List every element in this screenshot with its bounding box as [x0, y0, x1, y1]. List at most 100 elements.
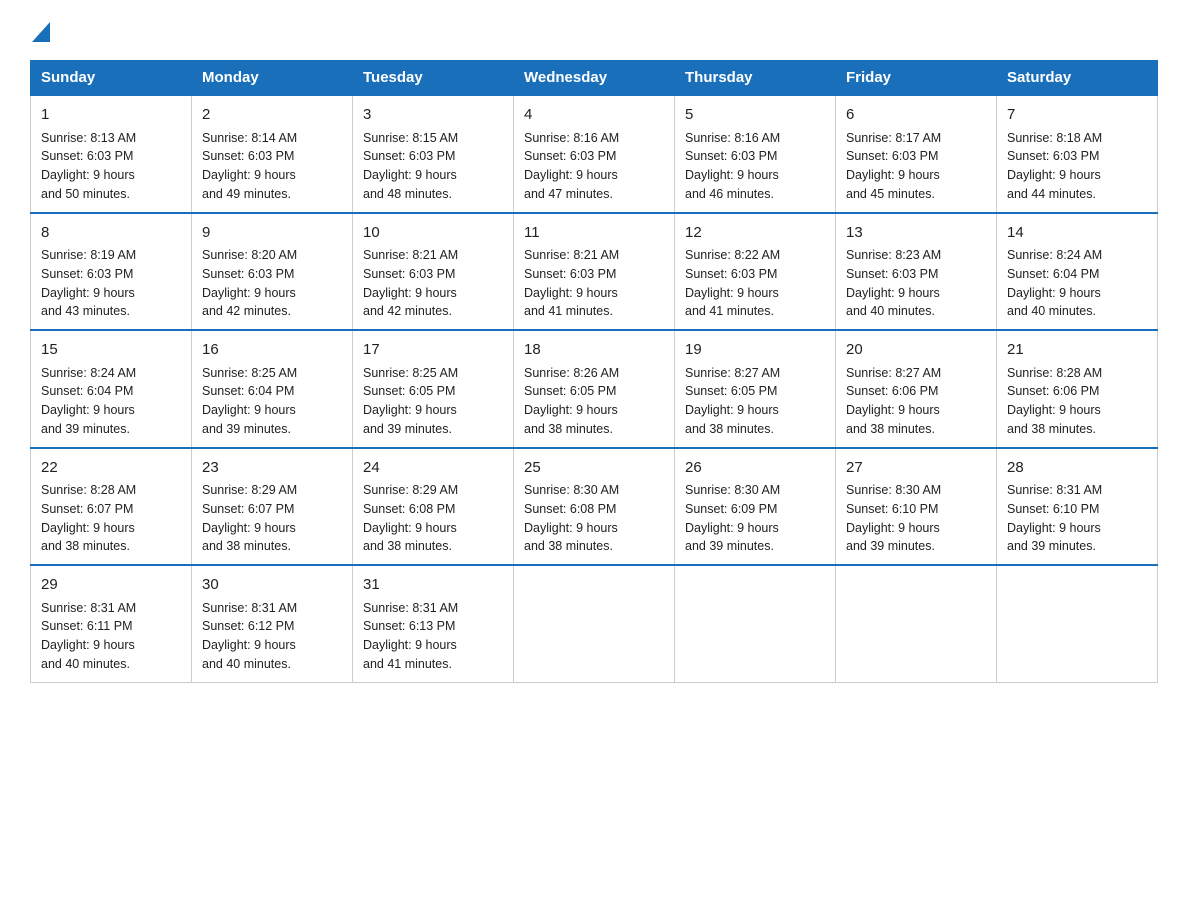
day-info: Sunrise: 8:24 AMSunset: 6:04 PMDaylight:…: [1007, 246, 1147, 321]
day-number: 7: [1007, 104, 1147, 127]
day-number: 9: [202, 222, 342, 245]
week-row-3: 22Sunrise: 8:28 AMSunset: 6:07 PMDayligh…: [31, 448, 1158, 566]
day-info: Sunrise: 8:30 AMSunset: 6:09 PMDaylight:…: [685, 481, 825, 556]
day-number: 23: [202, 457, 342, 480]
day-number: 28: [1007, 457, 1147, 480]
day-info: Sunrise: 8:31 AMSunset: 6:12 PMDaylight:…: [202, 599, 342, 674]
week-row-1: 8Sunrise: 8:19 AMSunset: 6:03 PMDaylight…: [31, 213, 1158, 331]
day-number: 17: [363, 339, 503, 362]
col-tuesday: Tuesday: [353, 61, 514, 96]
table-row: [997, 565, 1158, 682]
day-number: 20: [846, 339, 986, 362]
table-row: 17Sunrise: 8:25 AMSunset: 6:05 PMDayligh…: [353, 330, 514, 448]
calendar-header: Sunday Monday Tuesday Wednesday Thursday…: [31, 61, 1158, 96]
table-row: 16Sunrise: 8:25 AMSunset: 6:04 PMDayligh…: [192, 330, 353, 448]
table-row: 20Sunrise: 8:27 AMSunset: 6:06 PMDayligh…: [836, 330, 997, 448]
table-row: 4Sunrise: 8:16 AMSunset: 6:03 PMDaylight…: [514, 95, 675, 213]
table-row: 7Sunrise: 8:18 AMSunset: 6:03 PMDaylight…: [997, 95, 1158, 213]
day-number: 21: [1007, 339, 1147, 362]
day-info: Sunrise: 8:31 AMSunset: 6:11 PMDaylight:…: [41, 599, 181, 674]
day-number: 3: [363, 104, 503, 127]
day-number: 16: [202, 339, 342, 362]
day-info: Sunrise: 8:24 AMSunset: 6:04 PMDaylight:…: [41, 364, 181, 439]
day-info: Sunrise: 8:25 AMSunset: 6:05 PMDaylight:…: [363, 364, 503, 439]
day-number: 29: [41, 574, 181, 597]
table-row: 11Sunrise: 8:21 AMSunset: 6:03 PMDayligh…: [514, 213, 675, 331]
day-info: Sunrise: 8:25 AMSunset: 6:04 PMDaylight:…: [202, 364, 342, 439]
day-info: Sunrise: 8:29 AMSunset: 6:08 PMDaylight:…: [363, 481, 503, 556]
col-saturday: Saturday: [997, 61, 1158, 96]
day-info: Sunrise: 8:16 AMSunset: 6:03 PMDaylight:…: [524, 129, 664, 204]
day-info: Sunrise: 8:14 AMSunset: 6:03 PMDaylight:…: [202, 129, 342, 204]
day-number: 5: [685, 104, 825, 127]
page-header: [30, 20, 1158, 42]
day-number: 13: [846, 222, 986, 245]
table-row: 15Sunrise: 8:24 AMSunset: 6:04 PMDayligh…: [31, 330, 192, 448]
day-number: 14: [1007, 222, 1147, 245]
day-info: Sunrise: 8:22 AMSunset: 6:03 PMDaylight:…: [685, 246, 825, 321]
logo-triangle-icon: [32, 22, 50, 42]
col-sunday: Sunday: [31, 61, 192, 96]
day-number: 25: [524, 457, 664, 480]
day-info: Sunrise: 8:29 AMSunset: 6:07 PMDaylight:…: [202, 481, 342, 556]
day-info: Sunrise: 8:31 AMSunset: 6:10 PMDaylight:…: [1007, 481, 1147, 556]
table-row: 27Sunrise: 8:30 AMSunset: 6:10 PMDayligh…: [836, 448, 997, 566]
table-row: 28Sunrise: 8:31 AMSunset: 6:10 PMDayligh…: [997, 448, 1158, 566]
table-row: [675, 565, 836, 682]
day-info: Sunrise: 8:18 AMSunset: 6:03 PMDaylight:…: [1007, 129, 1147, 204]
col-thursday: Thursday: [675, 61, 836, 96]
week-row-0: 1Sunrise: 8:13 AMSunset: 6:03 PMDaylight…: [31, 95, 1158, 213]
day-info: Sunrise: 8:20 AMSunset: 6:03 PMDaylight:…: [202, 246, 342, 321]
table-row: 30Sunrise: 8:31 AMSunset: 6:12 PMDayligh…: [192, 565, 353, 682]
day-number: 30: [202, 574, 342, 597]
header-row: Sunday Monday Tuesday Wednesday Thursday…: [31, 61, 1158, 96]
day-number: 24: [363, 457, 503, 480]
day-info: Sunrise: 8:27 AMSunset: 6:06 PMDaylight:…: [846, 364, 986, 439]
table-row: 6Sunrise: 8:17 AMSunset: 6:03 PMDaylight…: [836, 95, 997, 213]
table-row: 9Sunrise: 8:20 AMSunset: 6:03 PMDaylight…: [192, 213, 353, 331]
day-number: 11: [524, 222, 664, 245]
logo: [30, 20, 50, 42]
day-info: Sunrise: 8:13 AMSunset: 6:03 PMDaylight:…: [41, 129, 181, 204]
day-number: 4: [524, 104, 664, 127]
table-row: 5Sunrise: 8:16 AMSunset: 6:03 PMDaylight…: [675, 95, 836, 213]
day-info: Sunrise: 8:17 AMSunset: 6:03 PMDaylight:…: [846, 129, 986, 204]
day-number: 1: [41, 104, 181, 127]
day-info: Sunrise: 8:28 AMSunset: 6:07 PMDaylight:…: [41, 481, 181, 556]
table-row: 24Sunrise: 8:29 AMSunset: 6:08 PMDayligh…: [353, 448, 514, 566]
table-row: 31Sunrise: 8:31 AMSunset: 6:13 PMDayligh…: [353, 565, 514, 682]
day-info: Sunrise: 8:21 AMSunset: 6:03 PMDaylight:…: [363, 246, 503, 321]
table-row: 18Sunrise: 8:26 AMSunset: 6:05 PMDayligh…: [514, 330, 675, 448]
table-row: 10Sunrise: 8:21 AMSunset: 6:03 PMDayligh…: [353, 213, 514, 331]
day-info: Sunrise: 8:15 AMSunset: 6:03 PMDaylight:…: [363, 129, 503, 204]
day-info: Sunrise: 8:23 AMSunset: 6:03 PMDaylight:…: [846, 246, 986, 321]
calendar-body: 1Sunrise: 8:13 AMSunset: 6:03 PMDaylight…: [31, 95, 1158, 682]
table-row: 13Sunrise: 8:23 AMSunset: 6:03 PMDayligh…: [836, 213, 997, 331]
table-row: [514, 565, 675, 682]
table-row: [836, 565, 997, 682]
week-row-4: 29Sunrise: 8:31 AMSunset: 6:11 PMDayligh…: [31, 565, 1158, 682]
day-info: Sunrise: 8:21 AMSunset: 6:03 PMDaylight:…: [524, 246, 664, 321]
day-number: 19: [685, 339, 825, 362]
col-friday: Friday: [836, 61, 997, 96]
table-row: 23Sunrise: 8:29 AMSunset: 6:07 PMDayligh…: [192, 448, 353, 566]
table-row: 3Sunrise: 8:15 AMSunset: 6:03 PMDaylight…: [353, 95, 514, 213]
col-monday: Monday: [192, 61, 353, 96]
table-row: 2Sunrise: 8:14 AMSunset: 6:03 PMDaylight…: [192, 95, 353, 213]
day-info: Sunrise: 8:28 AMSunset: 6:06 PMDaylight:…: [1007, 364, 1147, 439]
day-info: Sunrise: 8:27 AMSunset: 6:05 PMDaylight:…: [685, 364, 825, 439]
week-row-2: 15Sunrise: 8:24 AMSunset: 6:04 PMDayligh…: [31, 330, 1158, 448]
table-row: 12Sunrise: 8:22 AMSunset: 6:03 PMDayligh…: [675, 213, 836, 331]
day-number: 22: [41, 457, 181, 480]
table-row: 8Sunrise: 8:19 AMSunset: 6:03 PMDaylight…: [31, 213, 192, 331]
day-info: Sunrise: 8:26 AMSunset: 6:05 PMDaylight:…: [524, 364, 664, 439]
day-number: 10: [363, 222, 503, 245]
table-row: 29Sunrise: 8:31 AMSunset: 6:11 PMDayligh…: [31, 565, 192, 682]
day-number: 8: [41, 222, 181, 245]
day-info: Sunrise: 8:31 AMSunset: 6:13 PMDaylight:…: [363, 599, 503, 674]
table-row: 25Sunrise: 8:30 AMSunset: 6:08 PMDayligh…: [514, 448, 675, 566]
day-info: Sunrise: 8:19 AMSunset: 6:03 PMDaylight:…: [41, 246, 181, 321]
day-info: Sunrise: 8:30 AMSunset: 6:10 PMDaylight:…: [846, 481, 986, 556]
table-row: 19Sunrise: 8:27 AMSunset: 6:05 PMDayligh…: [675, 330, 836, 448]
col-wednesday: Wednesday: [514, 61, 675, 96]
